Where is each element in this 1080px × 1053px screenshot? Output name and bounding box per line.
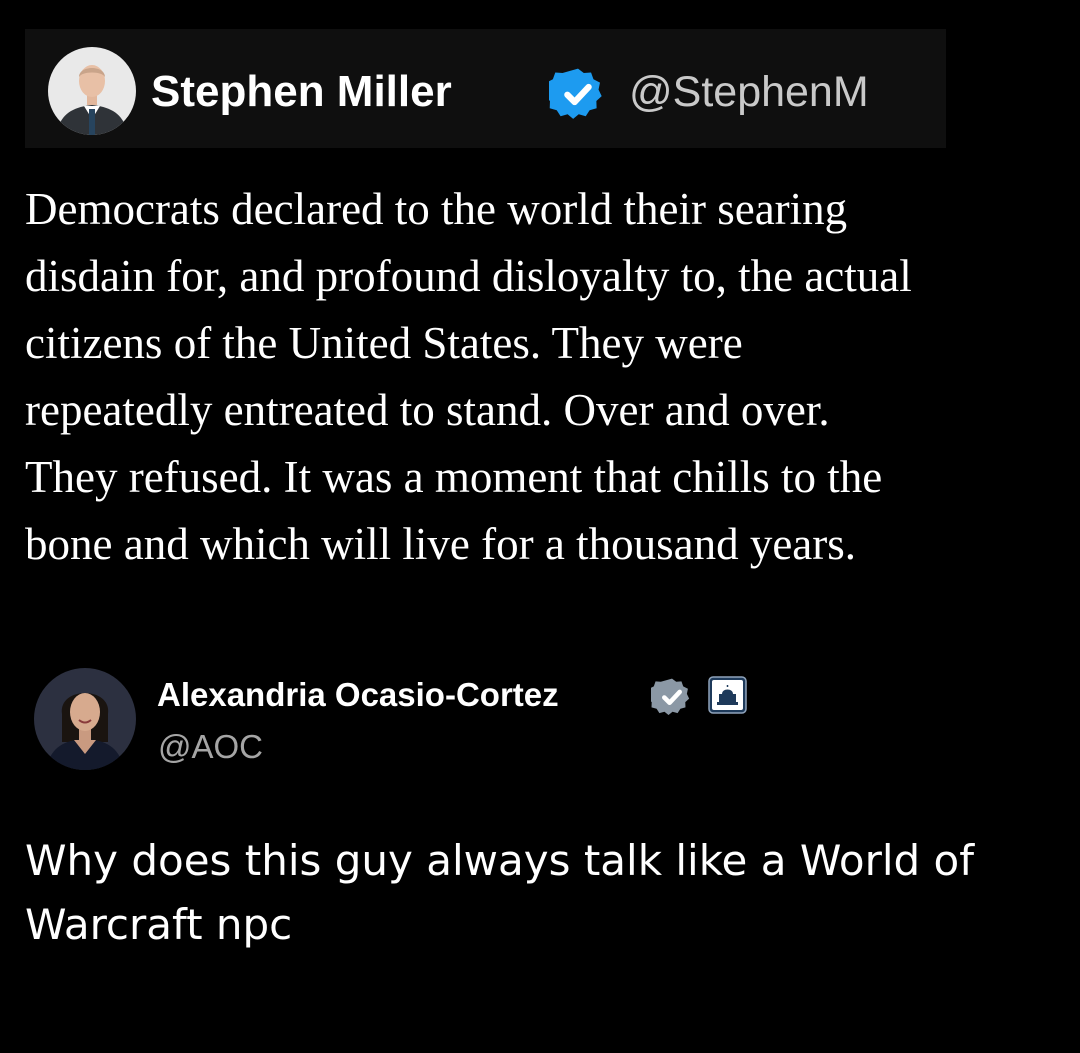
verified-badge-icon <box>647 676 693 718</box>
author-handle[interactable]: @StephenM <box>629 60 869 124</box>
post-text-line: Democrats declared to the world their se… <box>25 184 848 234</box>
author-name[interactable]: Alexandria Ocasio-Cortez <box>157 672 559 718</box>
author-handle[interactable]: @AOC <box>158 724 263 770</box>
reply-post-text: Why does this guy always talk like a Wor… <box>25 829 1065 957</box>
post-text-line: repeatedly entreated to stand. Over and … <box>25 385 830 435</box>
post-text-line: Why does this guy always talk like a Wor… <box>25 836 975 885</box>
aoc-avatar[interactable] <box>34 668 136 770</box>
author-name[interactable]: Stephen Miller <box>151 60 452 124</box>
quoted-post-text: Democrats declared to the world their se… <box>25 176 1075 578</box>
capitol-building-icon <box>708 676 747 714</box>
avatar-photo-icon <box>48 47 136 135</box>
post-text-line: bone and which will live for a thousand … <box>25 519 857 569</box>
avatar-photo-icon <box>34 668 136 770</box>
stephen-miller-avatar[interactable] <box>48 47 136 135</box>
post-text-line: Warcraft npc <box>25 900 293 949</box>
post-text-line: citizens of the United States. They were <box>25 318 743 368</box>
post-text-line: disdain for, and profound disloyalty to,… <box>25 251 912 301</box>
post-text-line: They refused. It was a moment that chill… <box>25 452 883 502</box>
verified-badge-icon <box>544 65 607 123</box>
